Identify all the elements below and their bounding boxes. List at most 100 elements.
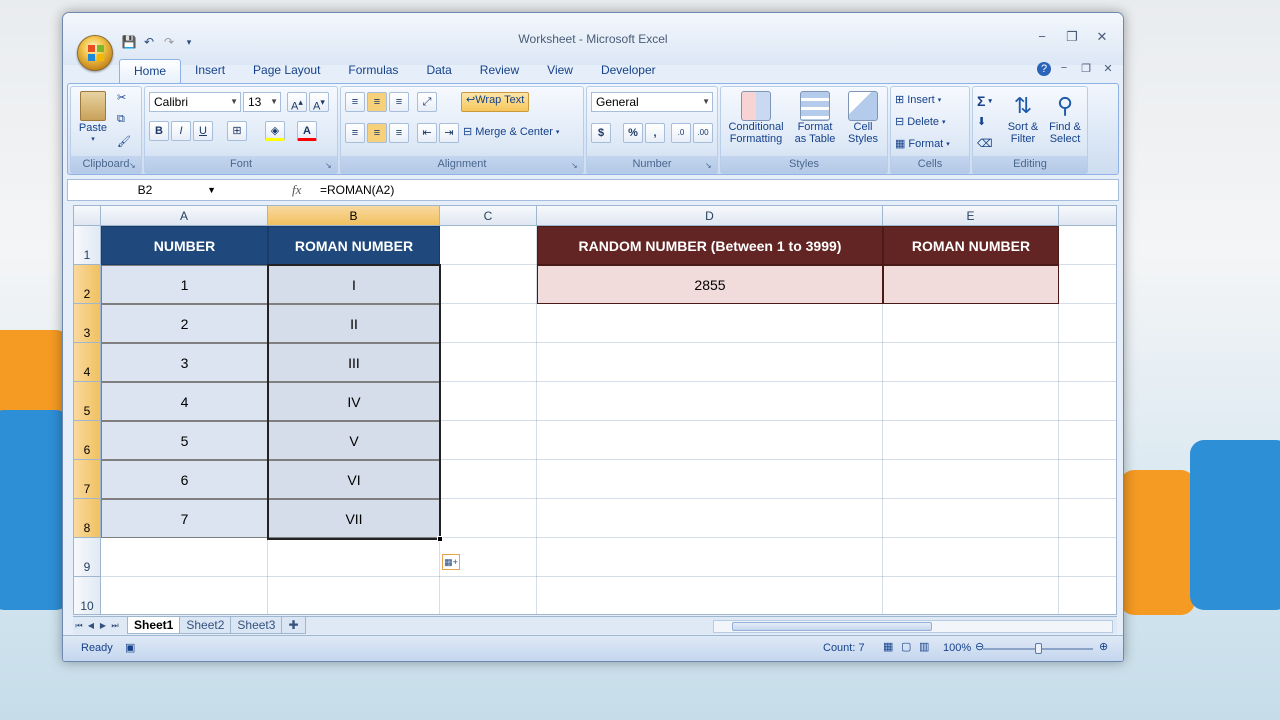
italic-button[interactable]: I bbox=[171, 121, 191, 141]
format-painter-icon[interactable]: 🖌 bbox=[117, 135, 131, 148]
first-sheet-icon[interactable]: ⏮ bbox=[73, 621, 85, 631]
find-select-button[interactable]: ⚲ Find & Select bbox=[1045, 91, 1085, 145]
cell-a1[interactable]: NUMBER bbox=[101, 226, 268, 265]
number-format-select[interactable]: General ▼ bbox=[591, 92, 713, 112]
row-header-3[interactable]: 3 bbox=[74, 304, 101, 343]
wrap-text-button[interactable]: ↩Wrap Text bbox=[461, 92, 530, 112]
merge-center-button[interactable]: ⊟ Merge & Center ▾ bbox=[463, 125, 559, 139]
font-color-icon[interactable]: A bbox=[297, 121, 317, 141]
page-break-view-icon[interactable]: ▥ bbox=[919, 640, 929, 653]
name-box[interactable]: B2 ▼ bbox=[70, 181, 220, 199]
cell-d1[interactable]: RANDOM NUMBER (Between 1 to 3999) bbox=[537, 226, 883, 265]
autosum-button[interactable]: Σ ▾ bbox=[977, 93, 992, 109]
insert-function-button[interactable]: fx bbox=[292, 181, 310, 199]
fill-handle[interactable] bbox=[437, 536, 443, 542]
cell-b2[interactable]: I bbox=[268, 265, 440, 304]
cell-a5[interactable]: 4 bbox=[101, 382, 268, 421]
currency-button[interactable]: $ bbox=[591, 123, 611, 143]
sheet-tab-sheet1[interactable]: Sheet1 bbox=[127, 617, 181, 634]
tab-developer[interactable]: Developer bbox=[587, 59, 670, 83]
column-header-b[interactable]: B bbox=[268, 206, 440, 226]
fill-icon[interactable]: ⬇ bbox=[977, 115, 986, 128]
cell-d2[interactable]: 2855 bbox=[537, 265, 883, 304]
cell-a2[interactable]: 1 bbox=[101, 265, 268, 304]
increase-decimal-icon[interactable]: .0 bbox=[671, 123, 691, 143]
cell-b5[interactable]: IV bbox=[268, 382, 440, 421]
grow-font-icon[interactable]: A▴ bbox=[287, 92, 307, 113]
cell-a7[interactable]: 6 bbox=[101, 460, 268, 499]
row-header-1[interactable]: 1 bbox=[74, 226, 101, 265]
align-bottom-icon[interactable]: ≡ bbox=[389, 92, 409, 112]
orientation-icon[interactable]: ⤢ bbox=[417, 92, 437, 112]
comma-button[interactable]: , bbox=[645, 123, 665, 143]
cell-b1[interactable]: ROMAN NUMBER bbox=[268, 226, 440, 265]
conditional-formatting-button[interactable]: Conditional Formatting bbox=[725, 91, 787, 145]
format-cells-button[interactable]: ▦ Format ▾ bbox=[895, 137, 950, 151]
macro-record-icon[interactable]: ▣ bbox=[125, 641, 135, 654]
zoom-in-icon[interactable]: ⊕ bbox=[1099, 640, 1108, 653]
row-header-2[interactable]: 2 bbox=[74, 265, 101, 304]
font-name-select[interactable]: Calibri ▼ bbox=[149, 92, 241, 112]
tab-page-layout[interactable]: Page Layout bbox=[239, 59, 334, 83]
row-header-7[interactable]: 7 bbox=[74, 460, 101, 499]
copy-icon[interactable]: ⧉ bbox=[117, 113, 125, 126]
zoom-slider[interactable] bbox=[983, 643, 1093, 654]
bold-button[interactable]: B bbox=[149, 121, 169, 141]
align-right-icon[interactable]: ≡ bbox=[389, 123, 409, 143]
cell-styles-button[interactable]: Cell Styles bbox=[841, 91, 885, 145]
column-header-a[interactable]: A bbox=[101, 206, 268, 226]
alignment-launcher-icon[interactable]: ↘ bbox=[571, 161, 581, 171]
row-header-6[interactable]: 6 bbox=[74, 421, 101, 460]
column-header-d[interactable]: D bbox=[537, 206, 883, 226]
tab-formulas[interactable]: Formulas bbox=[334, 59, 412, 83]
workbook-restore-button[interactable]: ❐ bbox=[1077, 62, 1095, 76]
horizontal-scrollbar[interactable] bbox=[713, 620, 1113, 633]
cell-b6[interactable]: V bbox=[268, 421, 440, 460]
zoom-slider-knob[interactable] bbox=[1035, 643, 1042, 654]
zoom-out-icon[interactable]: ⊖ bbox=[975, 640, 984, 653]
row-header-8[interactable]: 8 bbox=[74, 499, 101, 538]
sheet-tab-sheet2[interactable]: Sheet2 bbox=[179, 617, 232, 634]
clipboard-launcher-icon[interactable]: ↘ bbox=[129, 161, 139, 171]
font-launcher-icon[interactable]: ↘ bbox=[325, 161, 335, 171]
cell-a4[interactable]: 3 bbox=[101, 343, 268, 382]
prev-sheet-icon[interactable]: ◀ bbox=[85, 621, 97, 630]
insert-cells-button[interactable]: ⊞ Insert ▾ bbox=[895, 93, 941, 107]
format-as-table-button[interactable]: Format as Table bbox=[789, 91, 841, 145]
underline-button[interactable]: U bbox=[193, 121, 213, 141]
align-top-icon[interactable]: ≡ bbox=[345, 92, 365, 112]
borders-icon[interactable]: ⊞ bbox=[227, 121, 247, 141]
increase-indent-icon[interactable]: ⇥ bbox=[439, 123, 459, 143]
font-size-select[interactable]: 13 ▼ bbox=[243, 92, 281, 112]
page-layout-view-icon[interactable]: ▢ bbox=[901, 640, 911, 653]
insert-sheet-icon[interactable]: ✚ bbox=[281, 617, 306, 634]
workbook-close-button[interactable]: ✕ bbox=[1099, 62, 1117, 76]
normal-view-icon[interactable]: ▦ bbox=[883, 640, 893, 653]
cell-a8[interactable]: 7 bbox=[101, 499, 268, 538]
row-header-9[interactable]: 9 bbox=[74, 538, 101, 577]
align-middle-icon[interactable]: ≡ bbox=[367, 92, 387, 112]
cell-b7[interactable]: VI bbox=[268, 460, 440, 499]
cell-b3[interactable]: II bbox=[268, 304, 440, 343]
cell-a6[interactable]: 5 bbox=[101, 421, 268, 460]
workbook-minimize-button[interactable]: − bbox=[1055, 62, 1073, 76]
column-header-c[interactable]: C bbox=[440, 206, 537, 226]
cell-e1[interactable]: ROMAN NUMBER bbox=[883, 226, 1059, 265]
row-header-10[interactable]: 10 bbox=[74, 577, 101, 614]
percent-button[interactable]: % bbox=[623, 123, 643, 143]
align-center-icon[interactable]: ≡ bbox=[367, 123, 387, 143]
office-button[interactable] bbox=[77, 35, 113, 71]
paste-button[interactable]: Paste ▾ bbox=[75, 91, 111, 143]
select-all-button[interactable] bbox=[74, 206, 101, 226]
align-left-icon[interactable]: ≡ bbox=[345, 123, 365, 143]
tab-review[interactable]: Review bbox=[466, 59, 533, 83]
horizontal-scroll-thumb[interactable] bbox=[732, 622, 932, 631]
shrink-font-icon[interactable]: A▾ bbox=[309, 92, 329, 113]
help-icon[interactable]: ? bbox=[1037, 62, 1051, 76]
decrease-indent-icon[interactable]: ⇤ bbox=[417, 123, 437, 143]
delete-cells-button[interactable]: ⊟ Delete ▾ bbox=[895, 115, 946, 129]
fill-color-icon[interactable]: ◈ bbox=[265, 121, 285, 141]
cell-a3[interactable]: 2 bbox=[101, 304, 268, 343]
column-header-e[interactable]: E bbox=[883, 206, 1059, 226]
row-header-5[interactable]: 5 bbox=[74, 382, 101, 421]
